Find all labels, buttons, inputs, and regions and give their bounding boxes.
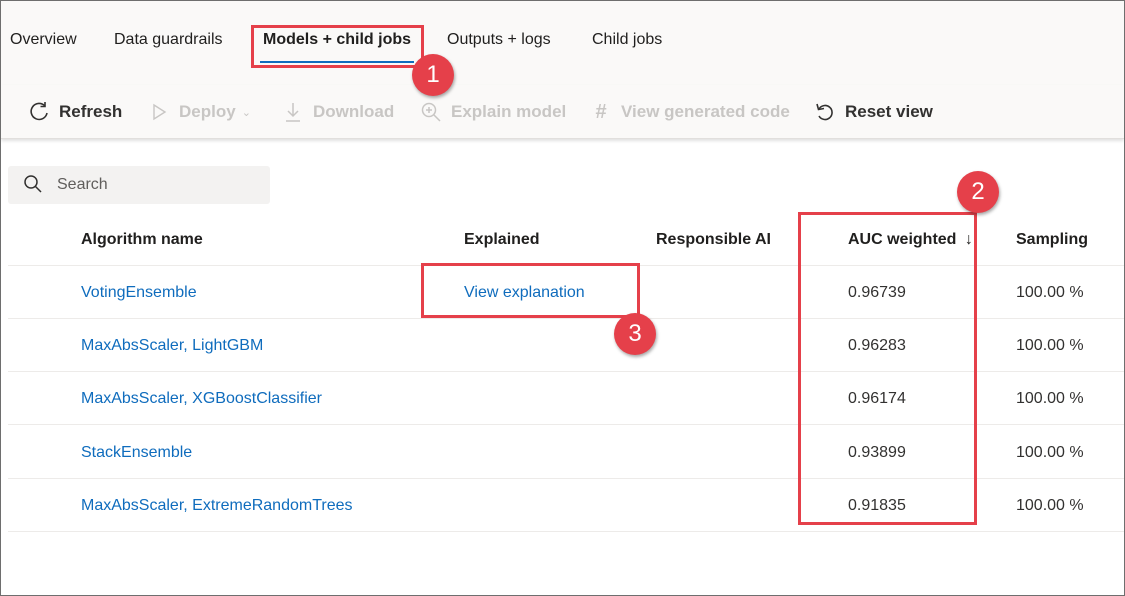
deploy-button[interactable]: Deploy ⌄ [147,85,251,139]
sampling-value: 100.00 % [1016,337,1084,354]
column-header-responsible-ai[interactable]: Responsible AI [656,231,771,249]
reset-view-button[interactable]: Reset view [813,85,933,139]
deploy-label: Deploy [179,102,236,121]
refresh-label: Refresh [59,102,123,121]
zoom-in-icon [419,100,443,124]
view-generated-code-button[interactable]: # View generated code [589,85,790,139]
annotation-badge-2: 2 [957,171,999,213]
download-button[interactable]: Download [281,85,394,139]
play-icon [147,100,171,124]
column-header-explained[interactable]: Explained [464,231,540,249]
column-header-algorithm-name[interactable]: Algorithm name [81,231,203,249]
sampling-value: 100.00 % [1016,390,1084,407]
hashtag-icon: # [595,100,607,123]
column-header-sampling[interactable]: Sampling [1016,231,1088,249]
view-generated-code-label: View generated code [621,102,790,121]
explain-model-label: Explain model [451,102,567,121]
annotation-badge-3: 3 [614,313,656,355]
tab-outputs-logs[interactable]: Outputs + logs [447,31,551,49]
search-box [8,166,270,204]
annotation-badge-1: 1 [412,54,454,96]
download-icon [281,100,305,124]
algorithm-name-link[interactable]: VotingEnsemble [81,284,197,302]
screenshot-frame: Overview Data guardrails Models + child … [0,0,1125,596]
tab-data-guardrails[interactable]: Data guardrails [114,31,223,49]
sampling-value: 100.00 % [1016,284,1084,301]
download-label: Download [313,102,395,121]
algorithm-name-link[interactable]: MaxAbsScaler, XGBoostClassifier [81,390,322,408]
annotation-box-explanation [421,263,640,318]
tab-overview[interactable]: Overview [10,31,77,49]
command-bar: Refresh Deploy ⌄ Download Explain model … [1,85,1124,139]
algorithm-name-link[interactable]: StackEnsemble [81,444,192,462]
reset-icon [813,100,837,124]
chevron-down-icon: ⌄ [241,106,251,119]
refresh-icon [27,100,51,124]
algorithm-name-link[interactable]: MaxAbsScaler, LightGBM [81,337,263,355]
search-icon [23,174,45,196]
sampling-value: 100.00 % [1016,497,1084,514]
refresh-button[interactable]: Refresh [27,85,122,139]
sampling-value: 100.00 % [1016,444,1084,461]
algorithm-name-link[interactable]: MaxAbsScaler, ExtremeRandomTrees [81,497,353,515]
search-input[interactable] [57,176,247,194]
reset-view-label: Reset view [845,102,933,121]
annotation-box-tab [251,25,424,68]
annotation-box-auc [798,212,977,525]
tab-bar: Overview Data guardrails Models + child … [1,1,1124,85]
tab-child-jobs[interactable]: Child jobs [592,31,662,49]
